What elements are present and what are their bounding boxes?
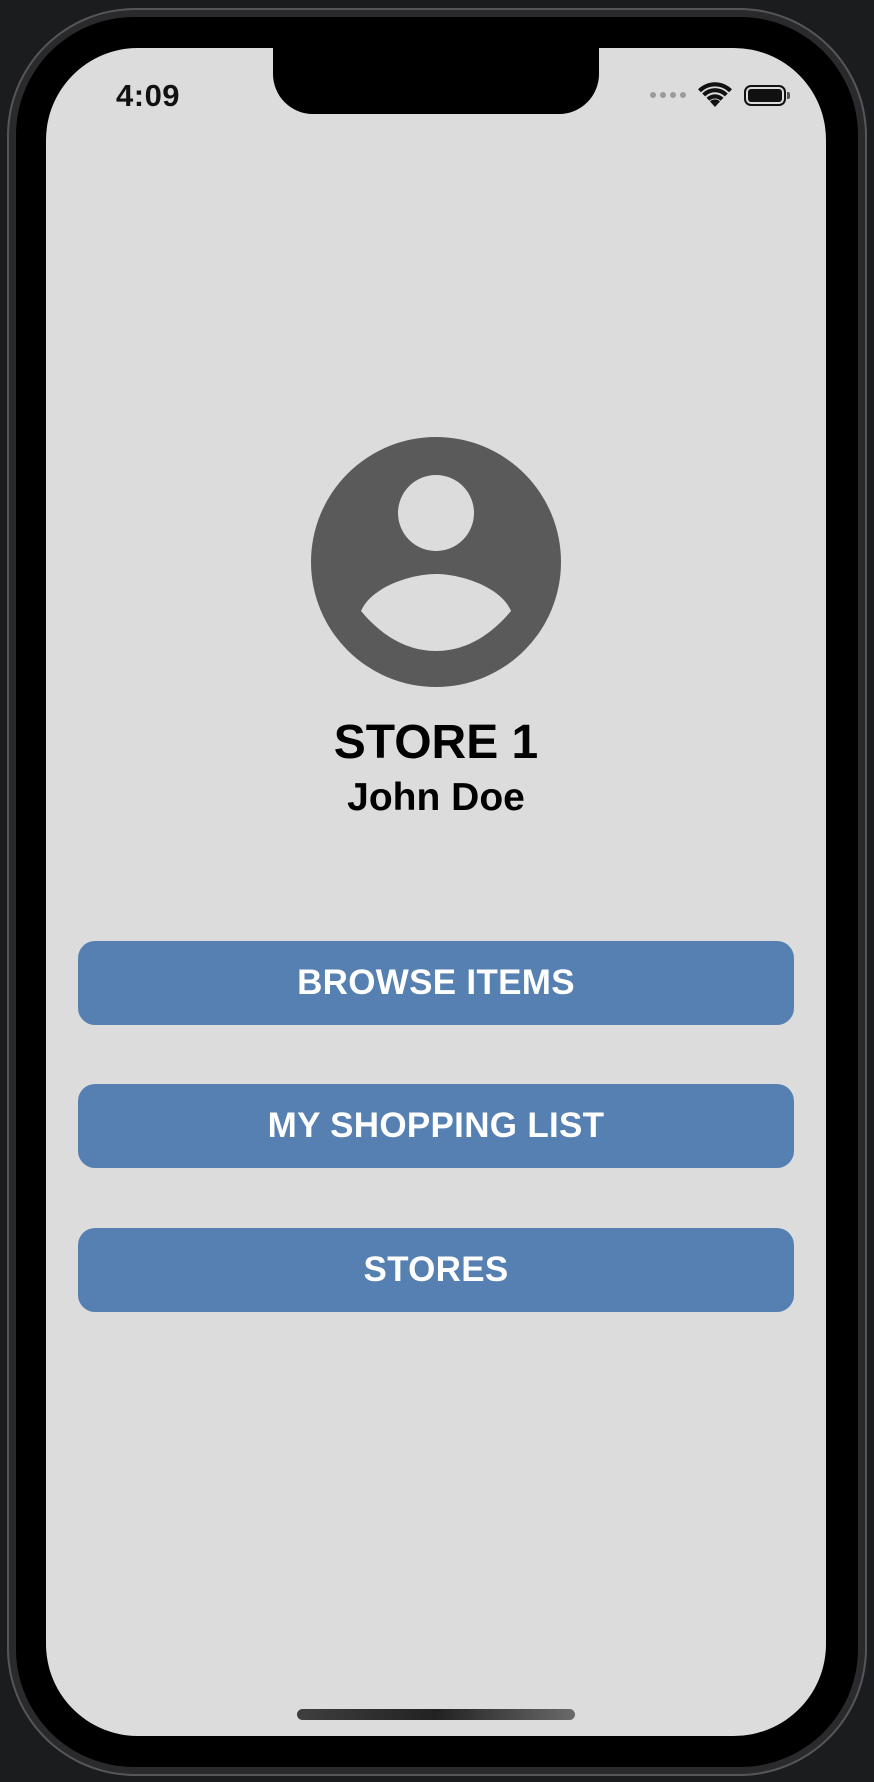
notch: [273, 48, 599, 114]
browse-items-button[interactable]: BROWSE ITEMS: [78, 941, 794, 1025]
user-name: John Doe: [347, 776, 525, 819]
status-icons: [650, 82, 790, 108]
stores-button[interactable]: STORES: [78, 1228, 794, 1312]
home-indicator[interactable]: [297, 1709, 575, 1720]
my-shopping-list-button[interactable]: MY SHOPPING LIST: [78, 1084, 794, 1168]
wifi-icon: [698, 82, 732, 107]
store-title: STORE 1: [333, 716, 539, 769]
person-circle-icon: [311, 437, 561, 687]
battery-icon: [744, 84, 790, 106]
app-screen: 4:09 STORE 1 John Doe BROWSE ITEMS MY SH…: [46, 48, 826, 1736]
status-time: 4:09: [116, 78, 181, 113]
cellular-signal-icon: [650, 92, 686, 98]
device-frame: 4:09 STORE 1 John Doe BROWSE ITEMS MY SH…: [0, 0, 874, 1782]
